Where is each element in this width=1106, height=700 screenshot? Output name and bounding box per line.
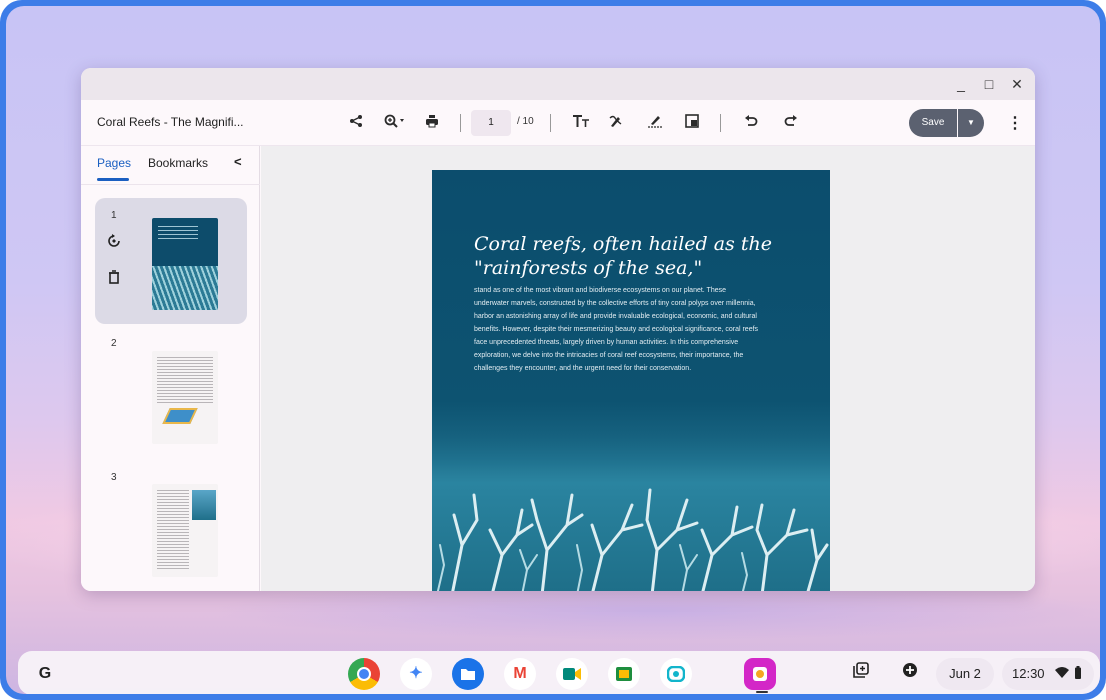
shelf: G ✦ M Jun 2 12:30 bbox=[18, 651, 1100, 694]
chrome-icon[interactable] bbox=[348, 658, 380, 690]
more-icon[interactable]: ⋮ bbox=[1007, 113, 1023, 133]
wifi-icon bbox=[1055, 659, 1069, 691]
page-heading: Coral reefs, often hailed as the "rainfo… bbox=[474, 233, 772, 279]
maximize-button[interactable]: □ bbox=[979, 74, 999, 94]
text-icon[interactable] bbox=[569, 113, 593, 133]
classroom-icon[interactable] bbox=[608, 658, 640, 690]
gmail-icon[interactable]: M bbox=[504, 658, 536, 690]
draw-icon[interactable] bbox=[607, 113, 627, 133]
undo-icon[interactable] bbox=[741, 113, 761, 133]
close-button[interactable]: ✕ bbox=[1007, 74, 1027, 94]
sidebar-divider bbox=[81, 184, 260, 185]
page-total: / 10 bbox=[517, 116, 534, 127]
redo-icon[interactable] bbox=[781, 113, 801, 133]
pdf-viewer-window: _ □ ✕ Coral Reefs - The Magnifi... 1 / 1… bbox=[81, 68, 1035, 591]
toolbar-divider bbox=[720, 114, 721, 132]
title-bar: _ □ ✕ bbox=[81, 68, 1035, 100]
screencast-icon[interactable] bbox=[660, 658, 692, 690]
toolbar-divider bbox=[460, 114, 461, 132]
add-icon[interactable] bbox=[902, 662, 918, 682]
gallery-icon[interactable] bbox=[744, 658, 776, 690]
thumbnail-number: 1 bbox=[111, 210, 117, 221]
share-icon[interactable] bbox=[346, 113, 366, 133]
zoom-icon[interactable] bbox=[381, 113, 409, 133]
sidebar: Pages Bookmarks < 1 2 3 bbox=[81, 146, 260, 591]
active-tab-indicator bbox=[97, 178, 129, 181]
thumbnail-number: 2 bbox=[111, 338, 117, 349]
date-pill[interactable]: Jun 2 bbox=[936, 658, 994, 690]
toolbar: Coral Reefs - The Magnifi... 1 / 10 Save… bbox=[81, 100, 1035, 146]
desktop: _ □ ✕ Coral Reefs - The Magnifi... 1 / 1… bbox=[6, 6, 1100, 694]
page-thumbnail-3[interactable] bbox=[152, 484, 218, 577]
tab-pages[interactable]: Pages bbox=[97, 156, 131, 170]
image-icon[interactable] bbox=[682, 113, 702, 133]
active-app-indicator bbox=[756, 691, 768, 693]
files-icon[interactable] bbox=[452, 658, 484, 690]
thumbnail-number: 3 bbox=[111, 472, 117, 483]
toolbar-divider bbox=[550, 114, 551, 132]
signature-icon[interactable] bbox=[645, 113, 665, 133]
status-tray[interactable]: 12:30 bbox=[1002, 658, 1094, 690]
document-page: Coral reefs, often hailed as the "rainfo… bbox=[432, 170, 830, 591]
collapse-sidebar-icon[interactable]: < bbox=[234, 154, 242, 169]
document-title: Coral Reefs - The Magnifi... bbox=[97, 115, 244, 129]
page-thumbnail-2[interactable] bbox=[152, 351, 218, 444]
tab-bookmarks[interactable]: Bookmarks bbox=[148, 156, 208, 170]
save-options-button[interactable]: ▼ bbox=[958, 109, 984, 137]
page-thumbnail-1[interactable] bbox=[152, 218, 218, 310]
document-viewer[interactable]: Coral reefs, often hailed as the "rainfo… bbox=[261, 146, 1035, 591]
delete-icon[interactable] bbox=[108, 270, 120, 287]
launcher-button[interactable]: G bbox=[32, 661, 58, 687]
clock: 12:30 bbox=[1012, 666, 1045, 681]
print-icon[interactable] bbox=[422, 113, 442, 133]
battery-icon bbox=[1075, 659, 1081, 691]
minimize-button[interactable]: _ bbox=[951, 74, 971, 94]
rotate-icon[interactable] bbox=[107, 234, 121, 251]
gemini-icon[interactable]: ✦ bbox=[400, 658, 432, 690]
page-number-input[interactable]: 1 bbox=[471, 110, 511, 136]
coral-image bbox=[432, 435, 830, 591]
meet-icon[interactable] bbox=[556, 658, 588, 690]
page-body-text: stand as one of the most vibrant and bio… bbox=[474, 287, 759, 372]
save-button[interactable]: Save bbox=[909, 109, 957, 137]
virtual-desk-icon[interactable] bbox=[853, 662, 869, 682]
